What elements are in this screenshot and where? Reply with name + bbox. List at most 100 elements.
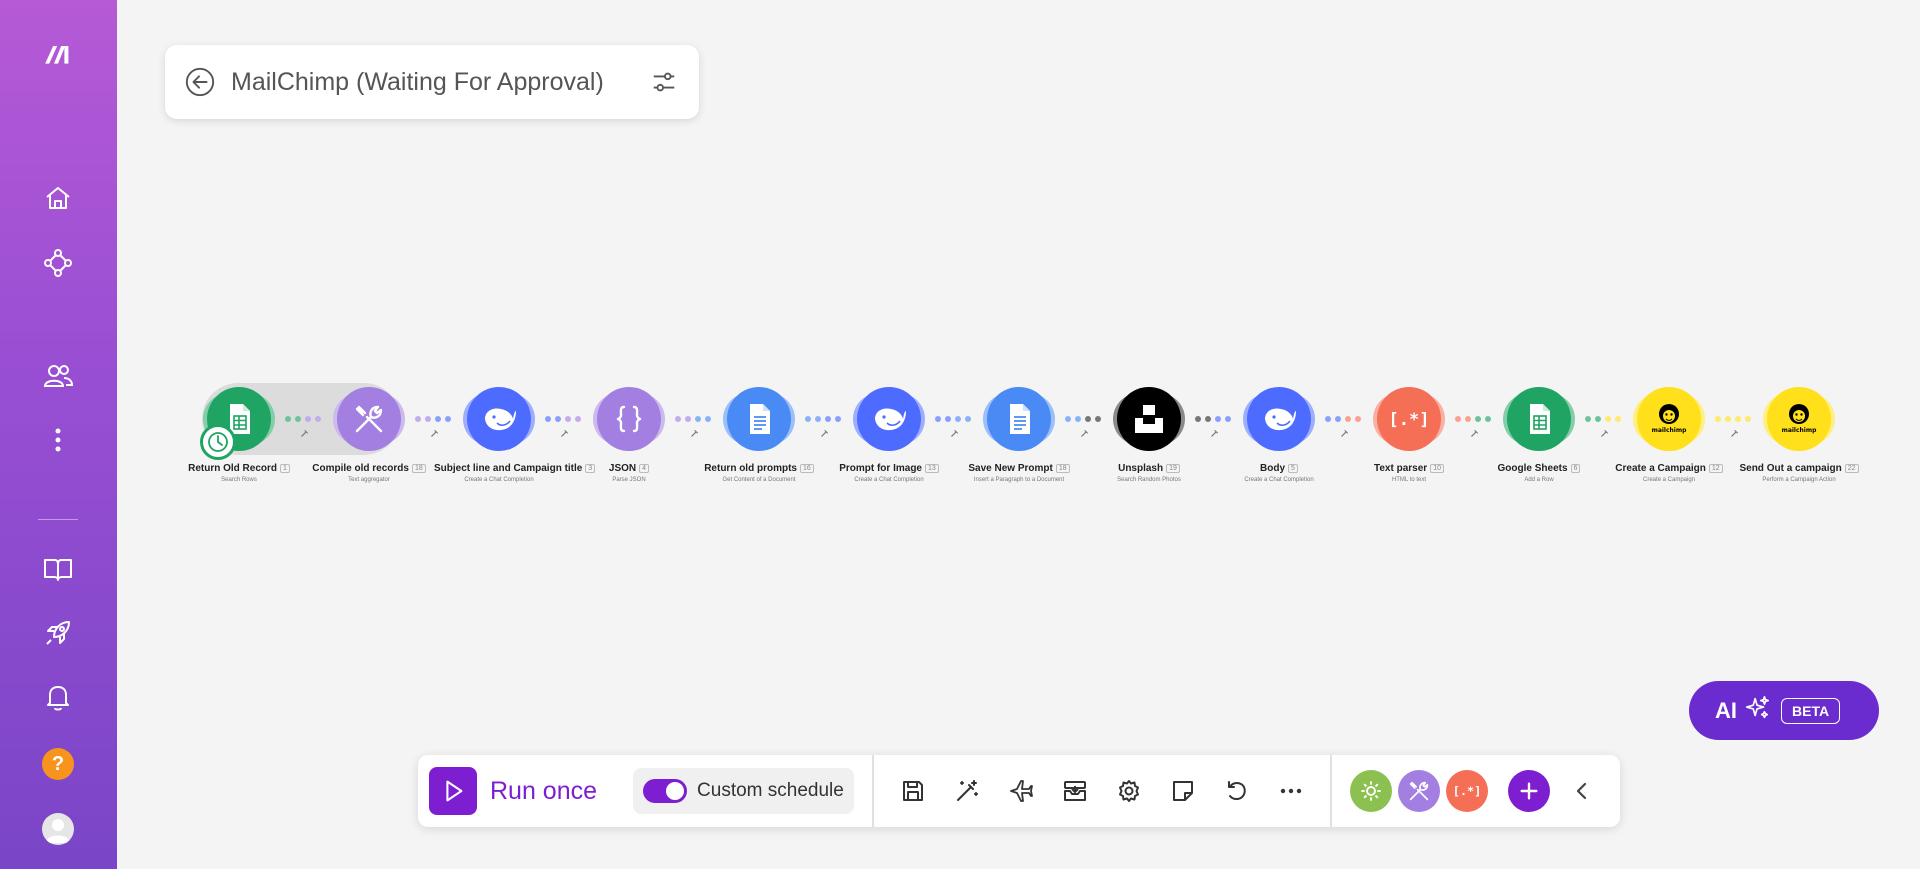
back-arrow-icon[interactable] (183, 65, 217, 99)
export-icon[interactable] (1048, 764, 1102, 818)
module-node[interactable] (727, 387, 791, 451)
run-once-button[interactable]: Run once (429, 767, 597, 815)
module-action: Text aggregator (348, 477, 390, 483)
route-connector[interactable] (935, 415, 971, 423)
module-action: Search Random Photos (1117, 477, 1181, 483)
avatar[interactable] (42, 813, 74, 845)
home-icon[interactable] (38, 178, 78, 218)
module-node[interactable]: mailchimp (1767, 387, 1831, 451)
module-node[interactable] (467, 387, 531, 451)
module-node[interactable]: mailchimp (1637, 387, 1701, 451)
scenario-header: MailChimp (Waiting For Approval) (165, 45, 699, 119)
module-id-badge: 19 (1166, 464, 1180, 473)
favorite-modules: [.*] (1344, 770, 1488, 812)
route-connector[interactable] (675, 415, 711, 423)
sliders-icon[interactable] (647, 65, 681, 99)
module-node[interactable] (337, 387, 401, 451)
module-action: HTML to text (1391, 477, 1427, 483)
filter-wrench-icon[interactable] (951, 429, 959, 439)
route-connector[interactable] (1455, 415, 1491, 423)
route-connector[interactable] (805, 415, 841, 423)
more-horizontal-icon[interactable] (1264, 764, 1318, 818)
text-parser-icon[interactable]: [.*] (1445, 770, 1488, 812)
schedule-control: Custom schedule (633, 768, 854, 814)
filter-wrench-icon[interactable] (1731, 429, 1739, 439)
module-name: Body (1260, 463, 1286, 474)
settings-icon[interactable] (1102, 764, 1156, 818)
module-node[interactable] (987, 387, 1051, 451)
route-connector[interactable] (1195, 415, 1231, 423)
scenario-canvas: Return Old Record 1 Search Rows Compile old… (0, 0, 1920, 869)
svg-text:[.*]: [.*] (1389, 410, 1429, 430)
filter-wrench-icon[interactable] (1601, 429, 1609, 439)
filter-wrench-icon[interactable] (1471, 429, 1479, 439)
module-id-badge: 22 (1844, 464, 1859, 473)
scenario-title[interactable]: MailChimp (Waiting For Approval) (231, 68, 647, 97)
module-label: Compile old records 18 (304, 463, 434, 474)
route-connector[interactable] (1065, 415, 1101, 423)
module-label: Return Old Record 1 (174, 463, 304, 474)
route-connector[interactable] (285, 415, 321, 423)
filter-wrench-icon[interactable] (431, 429, 439, 439)
ai-assistant-button[interactable]: AI BETA (1689, 681, 1879, 740)
play-icon (429, 767, 477, 815)
make-logo-icon[interactable] (38, 34, 78, 74)
module-node[interactable] (1507, 387, 1571, 451)
route-connector[interactable] (1715, 415, 1751, 423)
module-action: Perform a Campaign Action (1762, 477, 1836, 483)
chevron-left-icon[interactable] (1562, 770, 1602, 812)
module-action: Search Rows (221, 477, 257, 483)
more-vertical-icon[interactable] (38, 420, 78, 460)
svg-text:mailchimp: mailchimp (1652, 427, 1688, 434)
undo-icon[interactable] (1210, 764, 1264, 818)
module-node[interactable] (1247, 387, 1311, 451)
help-button[interactable]: ? (42, 748, 74, 780)
toolbar-divider (871, 755, 874, 827)
filter-wrench-icon[interactable] (691, 429, 699, 439)
filter-wrench-icon[interactable] (1211, 429, 1219, 439)
module-action: Create a Chat Completion (464, 477, 534, 483)
filter-wrench-icon[interactable] (561, 429, 569, 439)
module-name: Return old prompts (704, 463, 797, 474)
filter-wrench-icon[interactable] (1341, 429, 1349, 439)
module-node[interactable]: [.*] (1377, 387, 1441, 451)
filter-wrench-icon[interactable] (1081, 429, 1089, 439)
schedule-clock-icon[interactable] (200, 424, 236, 460)
schedule-label: Custom schedule (697, 780, 844, 801)
module-node[interactable] (1117, 387, 1181, 451)
bell-icon[interactable] (38, 677, 78, 717)
module-label: Text parser 10 (1344, 463, 1474, 474)
route-connector[interactable] (545, 415, 581, 423)
route-connector[interactable] (1325, 415, 1361, 423)
book-icon[interactable] (38, 549, 78, 589)
users-icon[interactable] (38, 356, 78, 396)
module-action: Parse JSON (612, 477, 646, 483)
save-icon[interactable] (886, 764, 940, 818)
module-label: Create a Campaign 12 (1604, 463, 1734, 474)
auto-align-icon[interactable] (940, 764, 994, 818)
module-node[interactable] (857, 387, 921, 451)
module-node[interactable] (597, 387, 661, 451)
text-parser-icon: [.*] (1389, 399, 1429, 439)
add-module-button[interactable] (1507, 770, 1550, 812)
notes-icon[interactable] (1156, 764, 1210, 818)
rocket-icon[interactable] (38, 613, 78, 653)
schedule-toggle[interactable] (643, 779, 688, 803)
sparkle-icon (1743, 694, 1771, 727)
share-nodes-icon[interactable] (38, 243, 78, 283)
tools-icon[interactable] (1397, 770, 1440, 812)
gear-icon[interactable] (1349, 770, 1392, 812)
route-connector[interactable] (1585, 415, 1621, 423)
module-label: Save New Prompt 18 (954, 463, 1084, 474)
explain-flow-icon[interactable] (994, 764, 1048, 818)
module-action: Insert a Paragraph to a Document (973, 477, 1065, 483)
module-action: Add a Row (1524, 477, 1554, 483)
module-id-badge: 10 (1430, 464, 1444, 473)
route-connector[interactable] (415, 415, 451, 423)
tools-icon (349, 399, 389, 439)
module-id-badge: 12 (1708, 464, 1723, 473)
filter-wrench-icon[interactable] (301, 429, 309, 439)
filter-wrench-icon[interactable] (821, 429, 829, 439)
module-name: Google Sheets (1497, 463, 1568, 474)
module-label: Return old prompts 16 (694, 463, 824, 474)
